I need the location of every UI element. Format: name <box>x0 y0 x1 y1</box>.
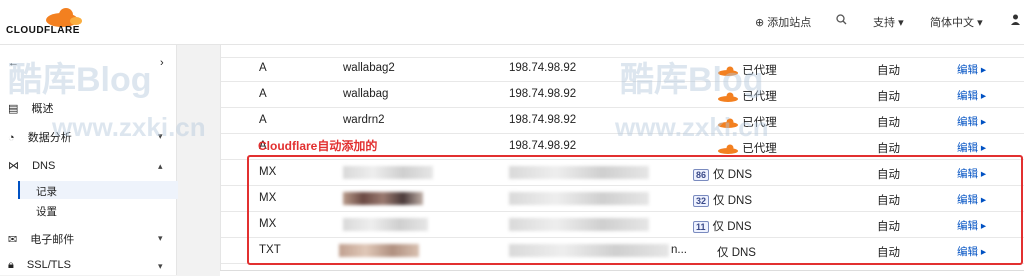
add-site-link[interactable]: ⊕ 添加站点 <box>755 14 811 30</box>
proxy-label: 已代理 <box>742 65 777 77</box>
record-ttl: 自动 <box>877 117 900 129</box>
chart-icon: ◔ <box>8 132 15 144</box>
table-row <box>221 31 1024 58</box>
language-menu[interactable]: 简体中文 ▾ <box>930 14 983 30</box>
orange-cloud-icon <box>718 118 738 128</box>
table-row[interactable]: A wallabag 198.74.98.92 已代理 自动 编辑 ▸ <box>221 81 1024 108</box>
lock-icon: 🔒︎ <box>8 259 14 271</box>
edit-link[interactable]: 编辑 ▸ <box>957 62 986 77</box>
sidebar-item-label: DNS <box>32 160 56 172</box>
edit-link[interactable]: 编辑 ▸ <box>957 88 986 103</box>
record-ttl: 自动 <box>877 91 900 103</box>
edit-label: 编辑 <box>957 90 978 102</box>
chevron-up-icon[interactable]: ▴ <box>158 161 163 172</box>
edit-label: 编辑 <box>957 142 978 154</box>
sidebar-subitem-settings[interactable]: 设置 <box>36 204 57 219</box>
chevron-down-icon[interactable]: ▾ <box>158 233 163 244</box>
record-ttl: 自动 <box>877 65 900 77</box>
proxy-label: 已代理 <box>742 91 777 103</box>
logo-text: CLOUDFLARE <box>6 25 80 36</box>
record-name: wallabag <box>343 88 389 100</box>
sidebar-subitem-records[interactable]: 记录 <box>36 184 57 199</box>
add-site-label: 添加站点 <box>767 17 812 29</box>
search-icon[interactable] <box>836 14 847 28</box>
proxy-status: 已代理 <box>717 62 777 78</box>
cloudflare-logo[interactable]: CLOUDFLARE <box>6 6 86 38</box>
user-icon[interactable] <box>1010 14 1021 28</box>
record-name: wallabag2 <box>343 62 395 74</box>
table-row[interactable]: A wardrn2 198.74.98.92 已代理 自动 编辑 ▸ <box>221 107 1024 134</box>
record-type: A <box>259 114 267 126</box>
proxy-status: 已代理 <box>717 140 777 156</box>
sidebar-item-label: 电子邮件 <box>30 234 75 246</box>
sidebar: ← › ▤ 概述 ◔ 数据分析 ▾ ⋈ DNS ▴ 记录 设置 ✉ 电子邮件 ▾… <box>0 45 178 275</box>
record-value: 198.74.98.92 <box>509 88 577 100</box>
chevron-down-icon[interactable]: ▾ <box>158 131 163 142</box>
annotation-label: Cloudflare自动添加的 <box>258 139 378 153</box>
orange-cloud-icon <box>718 66 738 76</box>
support-label: 支持 <box>873 17 895 29</box>
edit-label: 编辑 <box>957 116 978 128</box>
sidebar-item-label: 数据分析 <box>27 132 72 144</box>
plus-circle-icon: ⊕ <box>755 17 765 29</box>
caret-down-icon: ▾ <box>898 17 904 29</box>
dns-icon: ⋈ <box>8 160 19 172</box>
record-value: 198.74.98.92 <box>509 140 577 152</box>
chevron-down-icon[interactable]: ▾ <box>158 261 163 272</box>
proxy-label: 已代理 <box>742 117 777 129</box>
caret-down-icon: ▾ <box>977 17 983 29</box>
table-row[interactable]: A wallabag2 198.74.98.92 已代理 自动 编辑 ▸ <box>221 55 1024 82</box>
record-value: 198.74.98.92 <box>509 114 577 126</box>
record-type: A <box>259 62 267 74</box>
proxy-label: 已代理 <box>742 143 777 155</box>
sidebar-item-dns[interactable]: ⋈ DNS <box>8 159 55 172</box>
proxy-status: 已代理 <box>717 88 777 104</box>
annotation-highlight-box <box>247 155 1023 265</box>
email-icon: ✉ <box>8 234 18 246</box>
back-arrow-icon[interactable]: ← <box>8 57 19 69</box>
record-value: 198.74.98.92 <box>509 62 577 74</box>
next-section-edge <box>220 270 1024 276</box>
sidebar-item-email[interactable]: ✉ 电子邮件 <box>8 231 74 247</box>
record-type: A <box>259 88 267 100</box>
edit-label: 编辑 <box>957 64 978 76</box>
orange-cloud-icon <box>718 92 738 102</box>
proxy-status: 已代理 <box>717 114 777 130</box>
sidebar-item-ssl[interactable]: 🔒︎ SSL/TLS <box>8 259 71 272</box>
sidebar-item-overview[interactable]: ▤ 概述 <box>8 100 53 116</box>
edit-link[interactable]: 编辑 ▸ <box>957 114 986 129</box>
sidebar-item-label: SSL/TLS <box>26 259 71 271</box>
orange-cloud-icon <box>718 144 738 154</box>
record-ttl: 自动 <box>877 143 900 155</box>
sidebar-item-analytics[interactable]: ◔ 数据分析 <box>8 129 72 145</box>
edit-link[interactable]: 编辑 ▸ <box>957 140 986 155</box>
language-label: 简体中文 <box>930 17 974 29</box>
support-menu[interactable]: 支持 ▾ <box>873 14 904 30</box>
sidebar-item-label: 概述 <box>31 103 54 115</box>
chevron-right-icon[interactable]: › <box>160 57 164 69</box>
document-icon: ▤ <box>8 103 19 115</box>
record-name: wardrn2 <box>343 114 385 126</box>
